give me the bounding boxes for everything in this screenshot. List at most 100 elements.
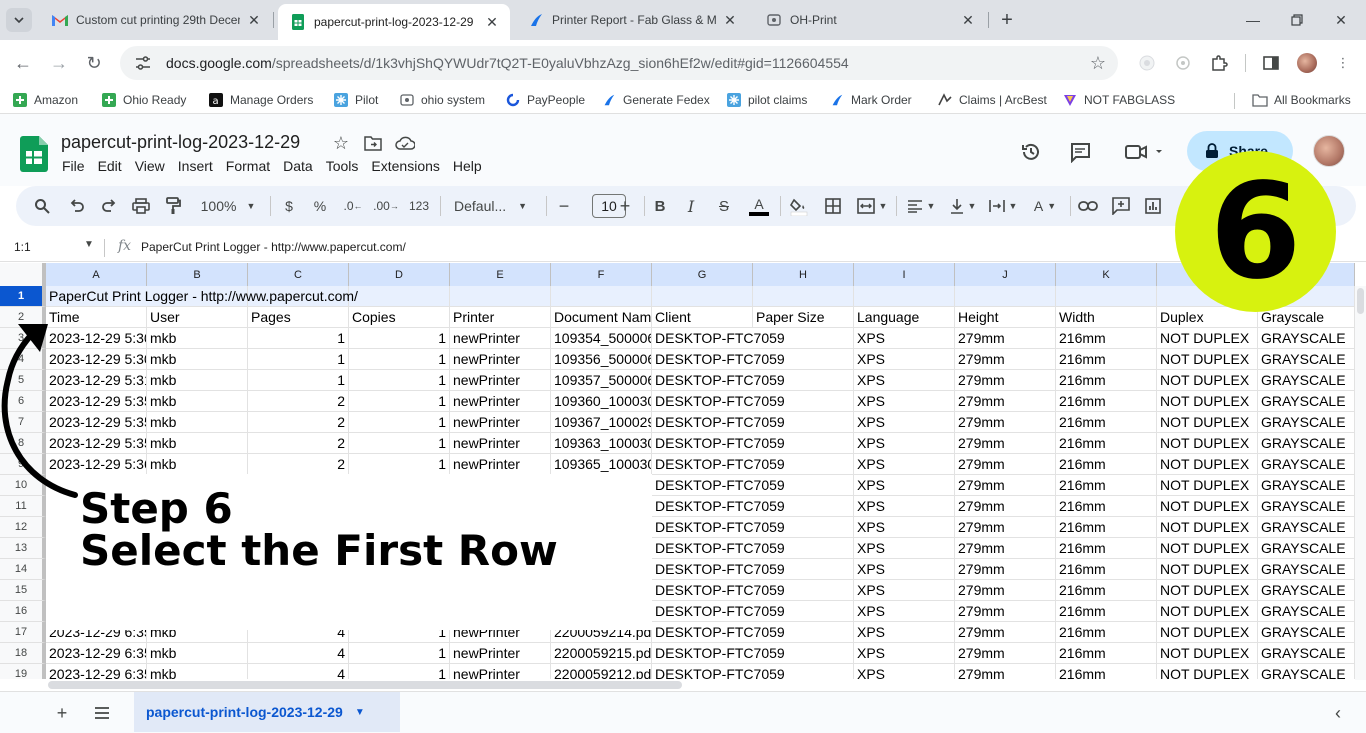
paint-format-icon[interactable] [162, 194, 184, 218]
table-cell[interactable]: 1 [349, 349, 450, 370]
table-cell[interactable]: 279mm [955, 580, 1056, 601]
forward-button[interactable]: → [46, 50, 72, 76]
menu-edit[interactable]: Edit [98, 158, 122, 174]
fill-color-icon[interactable] [788, 194, 810, 218]
table-cell[interactable]: 216mm [1056, 538, 1157, 559]
table-cell[interactable]: 1 [349, 454, 450, 475]
table-cell[interactable]: 2 [248, 391, 349, 412]
table-cell[interactable]: XPS [854, 580, 955, 601]
table-cell[interactable]: GRAYSCALE [1258, 664, 1355, 679]
increase-decimal-button[interactable]: .00 → [373, 194, 399, 218]
all-sheets-button[interactable] [91, 702, 113, 724]
vertical-align-button[interactable]: ▼ [946, 194, 980, 218]
table-cell[interactable]: mkb [147, 454, 248, 475]
table-cell[interactable]: 216mm [1056, 391, 1157, 412]
bookmark-pilot[interactable]: Pilot [333, 91, 378, 109]
table-cell[interactable]: 279mm [955, 433, 1056, 454]
insert-link-icon[interactable] [1076, 194, 1100, 218]
table-cell[interactable]: GRAYSCALE [1258, 601, 1355, 622]
bookmark-star-icon[interactable]: ☆ [1090, 53, 1106, 74]
table-cell[interactable]: DESKTOP-FTC7059 [652, 517, 785, 538]
close-icon[interactable]: ✕ [484, 14, 500, 30]
table-cell[interactable]: 4 [248, 643, 349, 664]
table-cell[interactable]: DESKTOP-FTC7059 [652, 391, 785, 412]
search-menus-icon[interactable] [32, 194, 52, 218]
table-cell[interactable]: 109363_100030 [551, 433, 652, 454]
table-cell[interactable] [652, 286, 753, 307]
table-cell[interactable]: NOT DUPLEX [1157, 643, 1258, 664]
table-row[interactable]: 2 Time User Pages Copies Printer Document Name… [0, 307, 1355, 328]
table-row[interactable]: 5 2023-12-29 5:31 mkb 1 1 newPrinter 109357_50… [0, 370, 1355, 391]
column-header[interactable]: A [46, 263, 147, 286]
table-cell[interactable]: GRAYSCALE [1258, 538, 1355, 559]
table-cell[interactable]: 216mm [1056, 580, 1157, 601]
tab-search-button[interactable] [6, 8, 32, 32]
table-row[interactable]: 6 2023-12-29 5:35 mkb 2 1 newPrinter 109360_10… [0, 391, 1355, 412]
table-cell[interactable]: NOT DUPLEX [1157, 370, 1258, 391]
row-header[interactable]: 1 [0, 286, 46, 307]
table-cell[interactable]: Paper Size [753, 307, 854, 328]
more-vert-icon[interactable]: ⋮ [1332, 52, 1354, 74]
menu-view[interactable]: View [135, 158, 165, 174]
new-tab-button[interactable]: + [994, 8, 1020, 32]
table-cell[interactable]: 279mm [955, 391, 1056, 412]
scroll-thumb[interactable] [1357, 288, 1364, 314]
table-cell[interactable]: 279mm [955, 622, 1056, 643]
table-cell[interactable]: XPS [854, 433, 955, 454]
table-cell[interactable]: 216mm [1056, 433, 1157, 454]
table-cell[interactable]: Language [854, 307, 955, 328]
table-row[interactable]: 18 2023-12-29 6:35 mkb 4 1 newPrinter 22000592… [0, 643, 1355, 664]
table-cell[interactable]: 1 [349, 370, 450, 391]
table-cell[interactable]: 1 [349, 391, 450, 412]
table-cell[interactable]: DESKTOP-FTC7059 [652, 328, 785, 349]
table-cell[interactable]: Pages [248, 307, 349, 328]
table-cell[interactable]: XPS [854, 454, 955, 475]
table-cell[interactable]: GRAYSCALE [1258, 454, 1355, 475]
bookmark-generate-fedex[interactable]: Generate Fedex [601, 91, 710, 109]
table-cell[interactable]: GRAYSCALE [1258, 349, 1355, 370]
table-cell[interactable]: newPrinter [450, 370, 551, 391]
row-header[interactable]: 16 [0, 601, 46, 622]
table-cell[interactable]: 216mm [1056, 622, 1157, 643]
table-cell[interactable]: NOT DUPLEX [1157, 580, 1258, 601]
row-header[interactable]: 12 [0, 517, 46, 538]
table-cell[interactable]: 2 [248, 454, 349, 475]
table-cell[interactable]: DESKTOP-FTC7059 [652, 475, 785, 496]
table-cell[interactable]: NOT DUPLEX [1157, 517, 1258, 538]
column-header[interactable]: D [349, 263, 450, 286]
site-info-icon[interactable] [134, 54, 152, 72]
table-cell[interactable]: newPrinter [450, 433, 551, 454]
table-cell[interactable]: 2 [248, 412, 349, 433]
table-cell[interactable]: 216mm [1056, 496, 1157, 517]
table-cell[interactable]: 279mm [955, 601, 1056, 622]
column-header[interactable]: H [753, 263, 854, 286]
table-row[interactable]: 1PaperCut Print Logger - http://www.pape… [0, 286, 1355, 307]
table-cell[interactable]: 2 [248, 433, 349, 454]
table-cell[interactable]: NOT DUPLEX [1157, 538, 1258, 559]
format-currency-button[interactable]: $ [281, 194, 297, 218]
table-cell[interactable]: NOT DUPLEX [1157, 349, 1258, 370]
table-cell[interactable]: 279mm [955, 559, 1056, 580]
table-cell[interactable]: 4 [248, 664, 349, 679]
table-cell[interactable]: XPS [854, 538, 955, 559]
row-header[interactable]: 18 [0, 643, 46, 664]
table-cell[interactable]: DESKTOP-FTC7059 [652, 349, 785, 370]
table-cell[interactable]: XPS [854, 643, 955, 664]
column-header[interactable]: I [854, 263, 955, 286]
table-cell[interactable]: 216mm [1056, 454, 1157, 475]
close-icon[interactable]: ✕ [722, 12, 738, 28]
table-cell[interactable]: XPS [854, 496, 955, 517]
zoom-select[interactable]: 100% ▼ [196, 194, 260, 218]
caret-down-icon[interactable]: ▼ [355, 707, 365, 718]
browser-tab-gmail[interactable]: Custom cut printing 29th Decem ✕ [40, 6, 272, 34]
table-cell[interactable]: 279mm [955, 349, 1056, 370]
formula-input[interactable]: PaperCut Print Logger - http://www.paper… [141, 240, 406, 254]
table-cell[interactable]: GRAYSCALE [1258, 391, 1355, 412]
column-header[interactable]: B [147, 263, 248, 286]
account-avatar[interactable] [1313, 135, 1345, 167]
table-cell[interactable]: 216mm [1056, 349, 1157, 370]
table-cell[interactable] [551, 286, 652, 307]
table-row[interactable]: 7 2023-12-29 5:35 mkb 2 1 newPrinter 109367_10… [0, 412, 1355, 433]
table-cell[interactable]: 279mm [955, 496, 1056, 517]
table-cell[interactable]: 2200059212.pdf [551, 664, 652, 679]
